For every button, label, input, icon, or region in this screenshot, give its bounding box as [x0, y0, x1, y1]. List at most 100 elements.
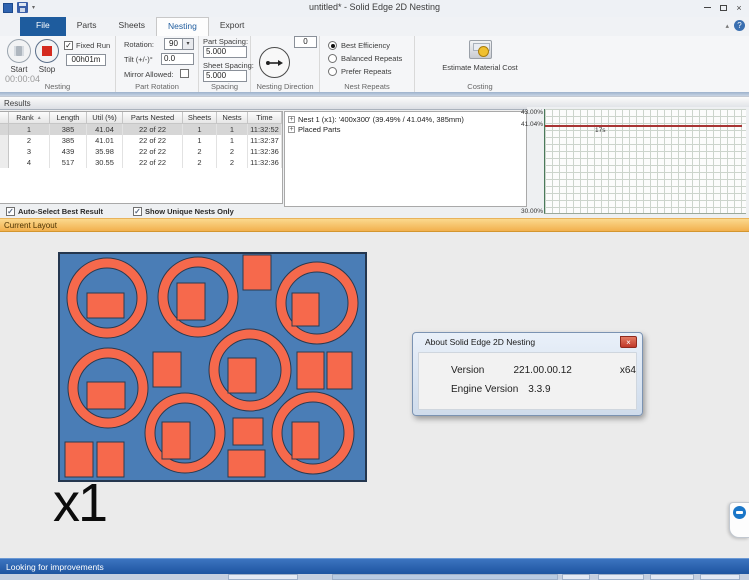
part-rect[interactable]: [228, 450, 265, 477]
results-options-row: ✓ Auto-Select Best Result ✓ Show Unique …: [0, 204, 283, 218]
close-button[interactable]: ×: [731, 0, 747, 15]
column-header-rank[interactable]: Rank▲: [9, 112, 50, 124]
stop-button[interactable]: [35, 39, 59, 63]
part-rect[interactable]: [153, 352, 181, 387]
column-header-length[interactable]: Length: [50, 112, 87, 124]
auto-select-check-icon: ✓: [6, 207, 15, 216]
part-rect[interactable]: [162, 422, 190, 459]
estimate-material-cost-label[interactable]: Estimate Material Cost: [415, 63, 545, 72]
row-selector[interactable]: [0, 157, 9, 168]
results-table-header: Rank▲LengthUtil (%)Parts NestedSheetsNes…: [0, 112, 282, 124]
teamviewer-side-tab[interactable]: [729, 502, 749, 538]
results-table: Rank▲LengthUtil (%)Parts NestedSheetsNes…: [0, 111, 283, 204]
tree-item[interactable]: +Nest 1 (x1): '400x300' (39.49% / 41.04%…: [288, 114, 526, 124]
table-row[interactable]: 138541.0422 of 221111:32:52: [0, 124, 282, 135]
nesting-direction-button[interactable]: [259, 47, 290, 78]
row-selector[interactable]: [0, 135, 9, 146]
show-unique-nests-checkbox[interactable]: ✓ Show Unique Nests Only: [133, 207, 234, 216]
column-header-util[interactable]: Util (%): [87, 112, 123, 124]
part-rect[interactable]: [327, 352, 352, 389]
duration-input[interactable]: 00h01m: [66, 54, 106, 66]
table-cell: 41.01: [87, 135, 123, 146]
column-header-partsnested[interactable]: Parts Nested: [123, 112, 183, 124]
taskbar-item[interactable]: [650, 574, 694, 580]
tab-bar: FilePartsSheetsNestingExport: [20, 17, 255, 36]
tab-sheets[interactable]: Sheets: [108, 17, 156, 36]
table-row[interactable]: 238541.0122 of 221111:32:37: [0, 135, 282, 146]
restore-button[interactable]: [715, 0, 731, 15]
table-row[interactable]: 451730.5522 of 222211:32:36: [0, 157, 282, 168]
part-rect[interactable]: [297, 352, 324, 389]
sheet-canvas[interactable]: [58, 252, 367, 482]
tree-expand-icon[interactable]: +: [288, 116, 295, 123]
taskbar-item[interactable]: [700, 574, 740, 580]
sheet-spacing-input[interactable]: 5.000: [203, 70, 247, 82]
tab-file[interactable]: File: [20, 17, 66, 36]
taskbar-item[interactable]: [562, 574, 590, 580]
part-rect[interactable]: [87, 293, 124, 318]
radio-icon: [328, 54, 337, 63]
taskbar-item[interactable]: [228, 574, 298, 580]
chart-ymin-label: 30.00%: [521, 208, 543, 215]
tab-export[interactable]: Export: [209, 17, 256, 36]
column-header-nests[interactable]: Nests: [217, 112, 248, 124]
estimate-material-cost-button[interactable]: [469, 40, 492, 59]
table-cell: 22 of 22: [123, 146, 183, 157]
table-cell: 11:32:36: [248, 146, 282, 157]
table-cell: 11:32:52: [248, 124, 282, 135]
table-cell: 4: [9, 157, 50, 168]
radio-icon: [328, 67, 337, 76]
group-label-spacing: Spacing: [199, 82, 250, 91]
taskbar-strip: [0, 574, 749, 580]
radio-best-efficiency[interactable]: Best Efficiency: [328, 41, 414, 50]
radio-label: Balanced Repeats: [341, 54, 402, 63]
about-dialog-close-button[interactable]: ×: [620, 336, 637, 348]
fixed-run-checkbox[interactable]: ✓ Fixed Run: [64, 41, 110, 50]
column-header-sheets[interactable]: Sheets: [183, 112, 217, 124]
rotation-dropdown-icon[interactable]: ▾: [183, 38, 194, 50]
show-unique-check-icon: ✓: [133, 207, 142, 216]
tree-item[interactable]: +Placed Parts: [288, 124, 526, 134]
row-selector[interactable]: [0, 124, 9, 135]
nesting-direction-input[interactable]: 0: [294, 36, 317, 48]
part-rect[interactable]: [292, 293, 319, 326]
help-icon[interactable]: ?: [734, 20, 745, 31]
taskbar-item[interactable]: [332, 574, 558, 580]
part-spacing-input[interactable]: 5.000: [203, 46, 247, 58]
row-selector[interactable]: [0, 146, 9, 157]
auto-select-best-result-checkbox[interactable]: ✓ Auto-Select Best Result: [6, 207, 103, 216]
tab-nesting[interactable]: Nesting: [156, 17, 209, 36]
version-label: Version: [451, 365, 513, 376]
part-rect[interactable]: [228, 358, 256, 393]
table-cell: 11:32:36: [248, 157, 282, 168]
tilt-input[interactable]: 0.0: [161, 53, 194, 65]
tree-expand-icon[interactable]: +: [288, 126, 295, 133]
part-rect[interactable]: [87, 382, 125, 409]
utilization-chart: 43.00% 41.04% 30.00% 17s: [527, 107, 749, 218]
ribbon-group-nesting: Start Stop ✓ Fixed Run 00h01m 00:00:04 N…: [0, 36, 116, 92]
radio-label: Best Efficiency: [341, 41, 390, 50]
radio-balanced-repeats[interactable]: Balanced Repeats: [328, 54, 414, 63]
part-rect[interactable]: [233, 418, 263, 445]
part-rect[interactable]: [292, 422, 319, 459]
column-header-time[interactable]: Time: [248, 112, 282, 124]
collapse-ribbon-icon[interactable]: ▴: [725, 22, 729, 30]
table-cell: 385: [50, 135, 87, 146]
mirror-allowed-checkbox[interactable]: [180, 69, 189, 78]
table-cell: 1: [217, 135, 248, 146]
rotation-value[interactable]: 90: [164, 38, 183, 50]
table-cell: 3: [9, 146, 50, 157]
radio-prefer-repeats[interactable]: Prefer Repeats: [328, 67, 414, 76]
minimize-button[interactable]: [699, 0, 715, 15]
table-cell: 2: [217, 146, 248, 157]
part-rect[interactable]: [177, 283, 205, 320]
layout-canvas[interactable]: x1 About Solid Edge 2D Nesting × Version…: [0, 232, 749, 558]
table-row[interactable]: 343935.9822 of 222211:32:36: [0, 146, 282, 157]
ribbon: Start Stop ✓ Fixed Run 00h01m 00:00:04 N…: [0, 36, 749, 92]
table-cell: 22 of 22: [123, 135, 183, 146]
part-rect[interactable]: [243, 255, 271, 290]
tab-parts[interactable]: Parts: [66, 17, 108, 36]
taskbar-item[interactable]: [598, 574, 644, 580]
results-table-body: 138541.0422 of 221111:32:52 2 38541.0122 o…: [0, 124, 282, 168]
start-button[interactable]: [7, 39, 31, 63]
